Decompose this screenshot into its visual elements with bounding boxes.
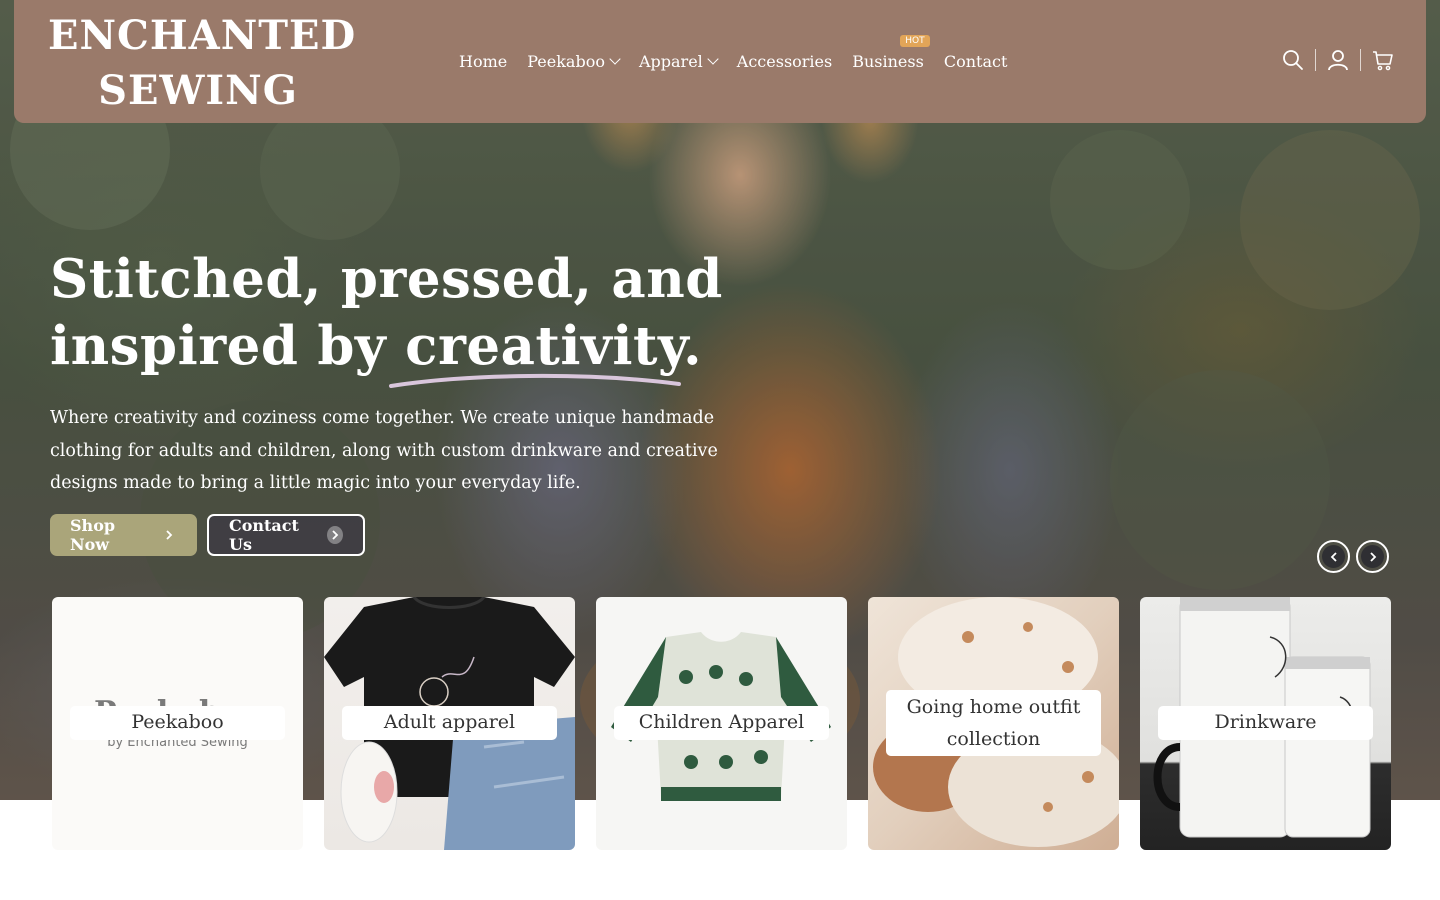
category-card-adult-apparel[interactable]: Adult apparel: [324, 597, 575, 850]
category-card-children-apparel[interactable]: Children Apparel: [596, 597, 847, 850]
slider-prev-button[interactable]: [1317, 540, 1350, 573]
chevron-right-icon: [1361, 545, 1384, 568]
cart-icon[interactable]: [1370, 47, 1396, 73]
shop-now-label: Shop Now: [70, 515, 116, 554]
category-card-peekaboo[interactable]: Peekaboo by Enchanted Sewing Peekaboo: [52, 597, 303, 850]
hero-title-line-1: Stitched, pressed, and: [50, 248, 723, 310]
shop-now-button[interactable]: Shop Now: [50, 513, 197, 556]
brand-line-2: SEWING: [98, 67, 298, 114]
hero-title: Stitched, pressed, and inspired by creat…: [50, 246, 770, 388]
divider: [1360, 49, 1361, 71]
nav-item-accessories[interactable]: Accessories: [727, 48, 842, 74]
nav-item-home[interactable]: Home: [449, 48, 517, 74]
site-header: ENCHANTED SEWING Home Peekaboo Apparel A…: [14, 0, 1426, 123]
underline-swash: [389, 373, 682, 388]
chevron-right-icon: [161, 526, 177, 544]
category-card-going-home-outfit[interactable]: Going home outfit collection: [868, 597, 1119, 850]
slider-controls: [1317, 540, 1389, 573]
contact-us-label: Contact Us: [229, 515, 299, 554]
header-actions: [1280, 47, 1396, 73]
hero-title-highlight: creativity.: [389, 313, 703, 388]
hero-content: Stitched, pressed, and inspired by creat…: [50, 246, 770, 556]
category-card-drinkware[interactable]: Drinkware: [1140, 597, 1391, 850]
slider-next-button[interactable]: [1356, 540, 1389, 573]
nav-item-label: Peekaboo: [527, 51, 605, 71]
category-card-label: Drinkware: [1158, 706, 1373, 740]
search-icon[interactable]: [1280, 47, 1306, 73]
brand-line-1: ENCHANTED: [48, 12, 357, 59]
chevron-right-icon: [326, 525, 343, 544]
nav-item-label: Accessories: [736, 51, 833, 71]
category-card-label: Peekaboo: [70, 706, 285, 740]
category-cards: Peekaboo by Enchanted Sewing Peekaboo Ad…: [52, 597, 1391, 850]
nav-item-label: Apparel: [638, 51, 703, 71]
hero-title-highlight-text: creativity.: [405, 315, 703, 377]
category-card-label: Adult apparel: [342, 706, 557, 740]
hero-title-line-2-prefix: inspired by: [50, 315, 406, 377]
chevron-down-icon: [609, 53, 621, 65]
brand-logo[interactable]: ENCHANTED SEWING: [48, 8, 357, 118]
nav-item-contact[interactable]: Contact: [934, 48, 1018, 74]
nav-item-label: Home: [459, 51, 508, 71]
chevron-down-icon: [707, 53, 719, 65]
hero-buttons: Shop Now Contact Us: [50, 513, 770, 556]
nav-item-label: Business: [852, 51, 924, 71]
contact-us-button[interactable]: Contact Us: [207, 513, 365, 556]
hot-badge: HOT: [900, 35, 930, 47]
category-card-label: Children Apparel: [614, 706, 829, 740]
main-nav: Home Peekaboo Apparel Accessories Busine…: [449, 35, 1018, 74]
chevron-left-icon: [1322, 545, 1345, 568]
category-card-label: Going home outfit collection: [886, 690, 1101, 756]
account-icon[interactable]: [1325, 47, 1351, 73]
nav-item-label: Contact: [943, 51, 1008, 71]
divider: [1315, 49, 1316, 71]
hero-subtitle: Where creativity and coziness come toget…: [50, 408, 718, 493]
nav-item-apparel[interactable]: Apparel: [629, 48, 727, 74]
nav-item-business[interactable]: Business HOT: [842, 35, 934, 74]
nav-item-peekaboo[interactable]: Peekaboo: [517, 48, 629, 74]
